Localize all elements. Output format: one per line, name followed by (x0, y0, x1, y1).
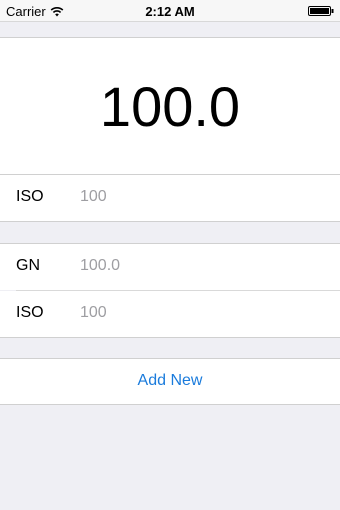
row-label: GN (16, 257, 40, 274)
status-bar: Carrier 2:12 AM (0, 0, 340, 22)
battery-icon (308, 6, 334, 16)
result-panel: 100.0 (0, 37, 340, 175)
result-iso-row[interactable]: ISO 100 (0, 175, 340, 221)
result-value: 100.0 (99, 75, 241, 138)
entry-row-gn[interactable]: GN 100.0 (0, 244, 340, 290)
iso-value-field[interactable]: 100 (80, 188, 107, 206)
status-time: 2:12 AM (145, 4, 195, 19)
add-new-label: Add New (137, 372, 203, 389)
row-label: ISO (16, 304, 44, 321)
entry-row-iso[interactable]: ISO 100 (0, 291, 340, 337)
iso-value-field[interactable]: 100 (80, 304, 107, 322)
gn-value-field[interactable]: 100.0 (80, 257, 120, 275)
row-label: ISO (16, 188, 44, 205)
add-new-button[interactable]: Add New (0, 358, 340, 405)
divider (0, 337, 340, 338)
divider (0, 221, 340, 222)
